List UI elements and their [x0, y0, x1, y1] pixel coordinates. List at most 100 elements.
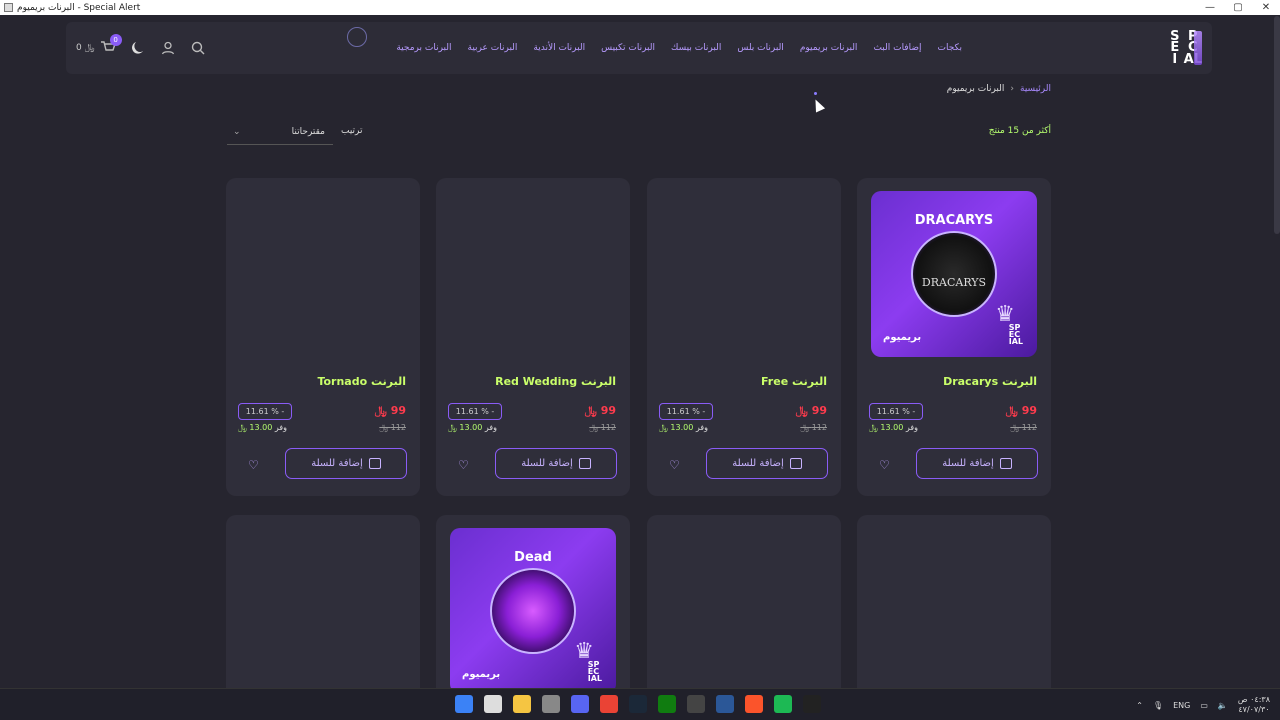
- header-icons: 0 ﷼ 0: [76, 22, 219, 74]
- language-indicator[interactable]: ENG: [1173, 701, 1190, 710]
- product-price: 99 ﷼: [374, 404, 406, 417]
- breadcrumb-home[interactable]: الرئيسية: [1020, 84, 1051, 94]
- window-title-bar: البرنات بريميوم - Special Alert — ▢ ✕: [0, 0, 1280, 15]
- product-image[interactable]: DRACARYS DRACARYS ♛ بريميوم SP EC IAL: [871, 191, 1037, 357]
- bag-icon: [999, 458, 1012, 469]
- add-to-cart-label: إضافة للسلة: [942, 458, 994, 469]
- product-card[interactable]: [857, 515, 1051, 705]
- thumb-premium-badge: بريميوم: [883, 332, 922, 343]
- steam-icon[interactable]: [629, 695, 647, 713]
- add-to-cart-button[interactable]: إضافة للسلة: [706, 448, 828, 479]
- bag-icon: [368, 458, 381, 469]
- obs-icon[interactable]: [687, 695, 705, 713]
- product-name[interactable]: البرنت Red Wedding: [495, 375, 616, 388]
- search-button[interactable]: [189, 39, 207, 57]
- add-to-cart-button[interactable]: إضافة للسلة: [495, 448, 617, 479]
- audio-icon[interactable]: [774, 695, 792, 713]
- thumb-orb: [490, 568, 576, 654]
- product-card[interactable]: Dead ♛ بريميوم SP EC IAL: [436, 515, 630, 705]
- maximize-button[interactable]: ▢: [1224, 0, 1252, 15]
- save-label: وفر: [695, 423, 708, 432]
- product-price: 99 ﷼: [795, 404, 827, 417]
- nav-item-premium[interactable]: البرنات بريميوم: [800, 43, 858, 53]
- page-scrollbar[interactable]: [1274, 16, 1280, 234]
- close-button[interactable]: ✕: [1252, 0, 1280, 15]
- product-card[interactable]: البرنت Red Wedding 99 ﷼ 112 ﷼ 11.61 % - …: [436, 178, 630, 496]
- clock[interactable]: ٠٤:٣٨ ص ٤٧/٠٧/٣٠: [1238, 695, 1270, 715]
- product-old-price: 112 ﷼: [800, 423, 827, 432]
- nav-item-clubs[interactable]: البرنات الأندية: [533, 43, 585, 53]
- app-icon: [4, 3, 13, 12]
- save-label: وفر: [484, 423, 497, 432]
- save-text: وفر 13.00 ﷼: [448, 423, 497, 433]
- heart-icon[interactable]: ♡: [458, 458, 469, 472]
- discount-badge: 11.61 % -: [448, 403, 502, 420]
- mic-icon[interactable]: 🎙: [1153, 701, 1163, 710]
- breadcrumb-current: البرنات بريميوم: [946, 84, 1005, 94]
- save-amount: 13.00 ﷼: [448, 423, 483, 432]
- discord-icon[interactable]: [571, 695, 589, 713]
- heart-icon[interactable]: ♡: [669, 458, 680, 472]
- moon-icon: [131, 42, 143, 54]
- chrome-icon[interactable]: [600, 695, 618, 713]
- discount-badge: 11.61 % -: [869, 403, 923, 420]
- nav-item-plus[interactable]: البرنات بلس: [737, 43, 783, 53]
- minimize-button[interactable]: —: [1196, 0, 1224, 15]
- heart-icon[interactable]: ♡: [248, 458, 259, 472]
- thumb-inner-text: DRACARYS: [921, 276, 987, 289]
- site-logo[interactable]: S P E C I AL: [1166, 30, 1202, 66]
- nav-item-stream-addons[interactable]: إضافات البث: [873, 43, 921, 53]
- add-to-cart-button[interactable]: إضافة للسلة: [285, 448, 407, 479]
- add-to-cart-label: إضافة للسلة: [732, 458, 784, 469]
- product-card[interactable]: [226, 515, 420, 705]
- loading-spinner: [347, 27, 367, 47]
- add-to-cart-label: إضافة للسلة: [521, 458, 573, 469]
- thumb-title: Dead: [514, 550, 552, 565]
- product-name[interactable]: البرنت Tornado: [317, 375, 406, 388]
- add-to-cart-button[interactable]: إضافة للسلة: [916, 448, 1038, 479]
- window-title: البرنات بريميوم - Special Alert: [17, 2, 141, 13]
- product-card[interactable]: البرنت Tornado 99 ﷼ 112 ﷼ 11.61 % - وفر …: [226, 178, 420, 496]
- xbox-icon[interactable]: [658, 695, 676, 713]
- discount-badge: 11.61 % -: [238, 403, 292, 420]
- user-icon: [161, 41, 174, 55]
- window-controls: — ▢ ✕: [1196, 0, 1280, 15]
- settings-icon[interactable]: [542, 695, 560, 713]
- product-card[interactable]: [647, 515, 841, 705]
- network-icon[interactable]: ▭: [1200, 701, 1208, 710]
- account-button[interactable]: [159, 39, 177, 57]
- heart-icon[interactable]: ♡: [879, 458, 890, 472]
- product-name[interactable]: البرنت Free: [761, 375, 827, 388]
- product-card[interactable]: البرنت Free 99 ﷼ 112 ﷼ 11.61 % - وفر 13.…: [647, 178, 841, 496]
- chevron-down-icon: ⌄: [233, 127, 241, 137]
- mouse-cursor-icon: [810, 97, 826, 113]
- app-icon[interactable]: [803, 695, 821, 713]
- product-name[interactable]: البرنت Dracarys: [943, 375, 1037, 388]
- folder-icon[interactable]: [513, 695, 531, 713]
- windows-taskbar: ⌃ 🎙 ENG ▭ 🔈 ٠٤:٣٨ ص ٤٧/٠٧/٣٠: [0, 688, 1280, 720]
- start-icon[interactable]: [455, 695, 473, 713]
- cart-count-badge: 0: [109, 34, 122, 46]
- product-card[interactable]: DRACARYS DRACARYS ♛ بريميوم SP EC IAL البر…: [857, 178, 1051, 496]
- nav-item-takbees[interactable]: البرنات تكبيس: [601, 43, 655, 53]
- brave-icon[interactable]: [745, 695, 763, 713]
- app-icon[interactable]: [716, 695, 734, 713]
- cart-button[interactable]: 0: [99, 34, 122, 57]
- theme-toggle-button[interactable]: [129, 39, 147, 57]
- save-text: وفر 13.00 ﷼: [869, 423, 918, 433]
- volume-icon[interactable]: 🔈: [1218, 701, 1228, 710]
- store-icon[interactable]: [484, 695, 502, 713]
- nav-item-programmed[interactable]: البرنات برمجية: [396, 43, 451, 53]
- product-image[interactable]: Dead ♛ بريميوم SP EC IAL: [450, 528, 616, 694]
- clock-time: ٠٤:٣٨ ص: [1237, 695, 1270, 704]
- sort-select[interactable]: ⌄ مقترحاتنا: [227, 120, 333, 145]
- chevron-up-icon[interactable]: ⌃: [1136, 701, 1143, 710]
- nav-item-arabic[interactable]: البرنات عربية: [468, 43, 518, 53]
- sort-value: مقترحاتنا: [291, 127, 325, 137]
- product-old-price: 112 ﷼: [379, 423, 406, 432]
- system-tray: ⌃ 🎙 ENG ▭ 🔈 ٠٤:٣٨ ص ٤٧/٠٧/٣٠: [1126, 689, 1270, 720]
- nav-item-packages[interactable]: بكجات: [938, 43, 963, 53]
- bag-icon: [578, 458, 591, 469]
- nav-item-basic[interactable]: البرنات بيسك: [671, 43, 721, 53]
- search-icon: [191, 41, 205, 55]
